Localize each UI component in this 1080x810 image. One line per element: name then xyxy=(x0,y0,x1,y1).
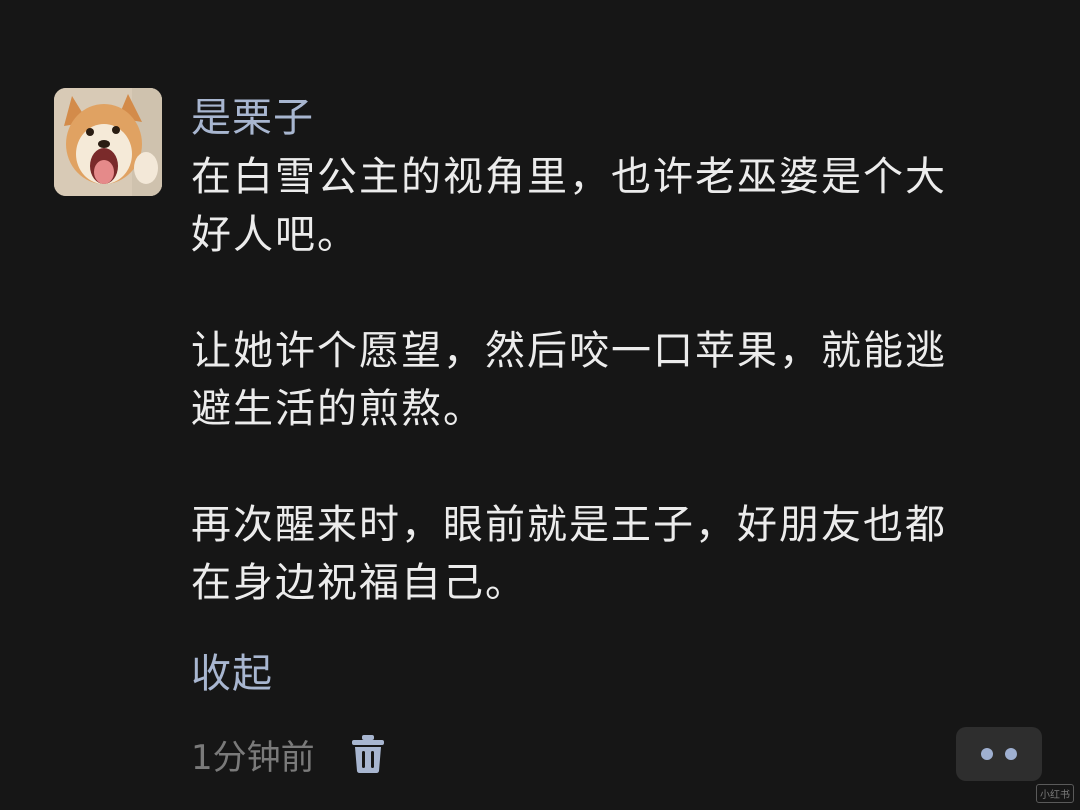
comment-line: 在身边祝福自己。 xyxy=(191,560,527,606)
more-options-button[interactable] xyxy=(956,727,1042,781)
comment-line: 让她许个愿望，然后咬一口苹果，就能逃 xyxy=(191,328,947,374)
avatar[interactable] xyxy=(54,88,162,196)
comment-content: 是栗子 在白雪公主的视角里，也许老巫婆是个大 好人吧。 让她许个愿望，然后咬一口… xyxy=(191,92,1031,612)
watermark: 小红书 xyxy=(1036,784,1074,803)
comment-paragraph: 再次醒来时，眼前就是王子，好朋友也都 在身边祝福自己。 xyxy=(191,496,1031,612)
comment-line: 避生活的煎熬。 xyxy=(191,386,485,432)
more-dots-icon xyxy=(1005,748,1017,760)
comment-line: 再次醒来时，眼前就是王子，好朋友也都 xyxy=(191,502,947,548)
comment-paragraph: 在白雪公主的视角里，也许老巫婆是个大 好人吧。 xyxy=(191,148,1031,264)
trash-icon[interactable] xyxy=(351,734,385,774)
comment-line: 好人吧。 xyxy=(191,212,359,258)
comment-meta: 1分钟前 xyxy=(191,730,385,778)
comment-text: 在白雪公主的视角里，也许老巫婆是个大 好人吧。 让她许个愿望，然后咬一口苹果，就… xyxy=(191,148,1031,612)
collapse-button[interactable]: 收起 xyxy=(191,648,273,700)
shiba-dog-avatar-image xyxy=(54,88,162,196)
timestamp: 1分钟前 xyxy=(191,737,315,778)
comment-paragraph: 让她许个愿望，然后咬一口苹果，就能逃 避生活的煎熬。 xyxy=(191,322,1031,438)
more-dots-icon xyxy=(981,748,993,760)
username[interactable]: 是栗子 xyxy=(191,92,1031,144)
comment-line: 在白雪公主的视角里，也许老巫婆是个大 xyxy=(191,154,947,200)
